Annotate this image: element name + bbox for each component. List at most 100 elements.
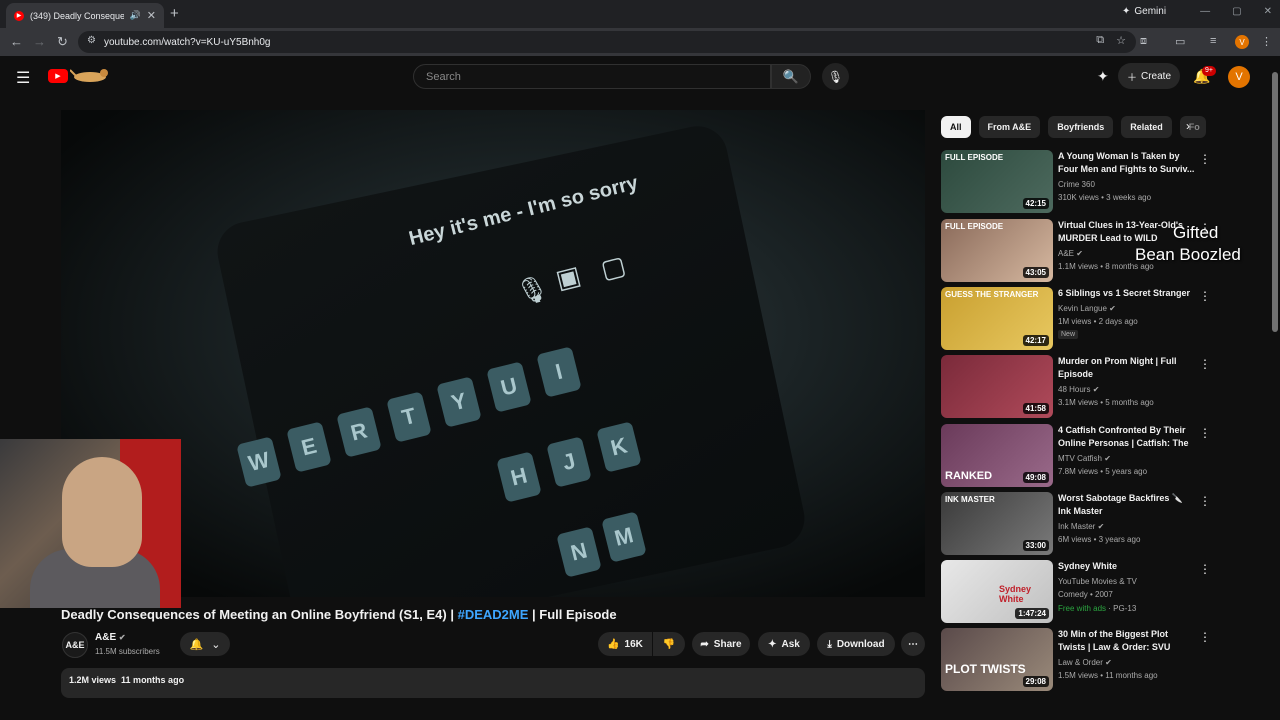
download-button[interactable]: ⤓ Download (817, 632, 895, 656)
chip-all[interactable]: All (941, 116, 971, 138)
browser-toolbar: ← → ↻ ⚙ youtube.com/watch?v=KU-uY5Bnh0g … (0, 28, 1280, 56)
forward-icon[interactable]: → (33, 34, 46, 49)
more-options-icon[interactable]: ⋮ (1199, 494, 1211, 508)
minimize-icon[interactable]: — (1200, 6, 1210, 17)
maximize-icon[interactable]: ▢ (1232, 6, 1241, 17)
recommendation-title[interactable]: Sydney White (1058, 560, 1196, 573)
share-icon: ➦ (700, 638, 709, 650)
share-label: Share (713, 638, 742, 650)
recommendation-item[interactable]: GUESS THE STRANGER 42:17 6 Siblings vs 1… (941, 287, 1271, 351)
channel-name[interactable]: A&E ✔ (95, 632, 126, 643)
media-controls-icon[interactable]: ≡ (1210, 35, 1216, 47)
recommendation-item[interactable]: INK MASTER 33:00 Worst Sabotage Backfire… (941, 492, 1271, 556)
voice-search-button[interactable]: 🎙 (822, 63, 849, 90)
recommendation-item[interactable]: Sydney White 1:47:24 Sydney White YouTub… (941, 560, 1271, 624)
side-panel-icon[interactable]: ▭ (1175, 35, 1185, 48)
create-button[interactable]: ＋ Create (1118, 63, 1180, 89)
chip-more[interactable]: Fo (1179, 116, 1206, 138)
recommendation-channel[interactable]: Ink Master ✔ (1058, 520, 1104, 533)
more-options-icon[interactable]: ⋮ (1199, 357, 1211, 371)
thumbnail[interactable]: GUESS THE STRANGER 42:17 (941, 287, 1053, 350)
recommendation-item[interactable]: 41:58 Murder on Prom Night | Full Episod… (941, 355, 1271, 419)
thumbnail[interactable]: INK MASTER 33:00 (941, 492, 1053, 555)
recommendation-channel[interactable]: 48 Hours ✔ (1058, 383, 1099, 396)
thumbnail[interactable]: RANKED 49:08 (941, 424, 1053, 487)
dislike-button[interactable]: 👎 (653, 632, 685, 656)
menu-icon[interactable]: ☰ (16, 68, 30, 88)
recommendation-channel[interactable]: A&E ✔ (1058, 247, 1083, 260)
back-icon[interactable]: ← (10, 34, 23, 49)
page-scrollbar[interactable] (1271, 62, 1279, 688)
like-button[interactable]: 👍 16K (598, 632, 652, 656)
video-player[interactable]: Hey it's me - I'm so sorry 🎙 ▣ ▢ W E R T… (61, 110, 925, 597)
reload-icon[interactable]: ↻ (57, 34, 68, 50)
hashtag-link[interactable]: #DEAD2ME (458, 607, 529, 622)
search-input[interactable]: Search (413, 64, 771, 89)
recommendation-title[interactable]: Worst Sabotage Backfires 🔪 Ink Master (1058, 492, 1196, 518)
thumbnail[interactable]: 41:58 (941, 355, 1053, 418)
gemini-button[interactable]: ✦ Gemini (1122, 6, 1166, 17)
thumbnail[interactable]: FULL EPISODE 43:05 (941, 219, 1053, 282)
chip-boyfriends[interactable]: Boyfriends (1048, 116, 1114, 138)
thumbnail[interactable]: FULL EPISODE 42:15 (941, 150, 1053, 213)
more-options-icon[interactable]: ⋮ (1199, 426, 1211, 440)
extensions-icon[interactable]: ⧈ (1140, 35, 1147, 48)
recommendation-title[interactable]: Murder on Prom Night | Full Episode (1058, 355, 1196, 381)
scrollbar-thumb[interactable] (1272, 72, 1278, 332)
doodle-logo-icon[interactable] (70, 66, 112, 84)
recommendation-meta: Comedy • 2007 (1058, 590, 1113, 599)
search-icon: 🔍 (782, 68, 800, 84)
video-title: Deadly Consequences of Meeting an Online… (61, 607, 617, 622)
more-options-icon[interactable]: ⋮ (1199, 562, 1211, 576)
account-avatar[interactable]: V (1228, 66, 1250, 88)
channel-text: 48 Hours (1058, 385, 1091, 394)
speaker-icon[interactable]: 🔊 (130, 10, 141, 21)
recommendation-title[interactable]: A Young Woman Is Taken by Four Men and F… (1058, 150, 1196, 176)
search-button[interactable]: 🔍 (771, 64, 811, 89)
browser-profile-avatar[interactable]: V (1235, 35, 1249, 49)
recommendation-title[interactable]: 6 Siblings vs 1 Secret Stranger (1058, 287, 1196, 300)
address-bar[interactable]: ⚙ youtube.com/watch?v=KU-uY5Bnh0g ⧉ ☆ (78, 31, 1136, 53)
verified-icon: ✔ (1104, 454, 1111, 463)
thumbnail-label: INK MASTER (945, 495, 995, 504)
thumbnail[interactable]: Sydney White 1:47:24 (941, 560, 1053, 623)
chip-related[interactable]: Related (1121, 116, 1172, 138)
recommendation-title[interactable]: 4 Catfish Confronted By Their Online Per… (1058, 424, 1196, 451)
recommendation-item[interactable]: RANKED 49:08 4 Catfish Confronted By The… (941, 424, 1271, 488)
url-text: youtube.com/watch?v=KU-uY5Bnh0g (104, 36, 271, 48)
close-tab-icon[interactable]: ✕ (147, 9, 156, 22)
youtube-logo-icon[interactable]: ▶ (48, 69, 68, 83)
chip-from-ae[interactable]: From A&E (978, 116, 1041, 138)
recommendation-item[interactable]: FULL EPISODE 42:15 A Young Woman Is Take… (941, 150, 1271, 214)
cast-icon[interactable]: ✦ (1097, 68, 1109, 85)
rating-label: PG-13 (1113, 604, 1137, 613)
recommendation-channel[interactable]: Kevin Langue ✔ (1058, 302, 1116, 315)
thumbs-up-icon: 👍 (607, 638, 620, 650)
thumbnail[interactable]: PLOT TWISTS 29:08 (941, 628, 1053, 691)
browser-tab[interactable]: ▶ (349) Deadly Consequence 🔊 ✕ (6, 3, 164, 28)
recommendation-channel[interactable]: MTV Catfish ✔ (1058, 452, 1111, 465)
close-window-icon[interactable]: ✕ (1264, 6, 1272, 17)
install-app-icon[interactable]: ⧉ (1096, 34, 1104, 47)
more-actions-button[interactable]: ⋯ (901, 632, 925, 656)
browser-menu-icon[interactable]: ⋮ (1261, 35, 1272, 48)
more-options-icon[interactable]: ⋮ (1199, 630, 1211, 644)
ask-button[interactable]: ✦ Ask (758, 632, 810, 656)
upload-age: 11 months ago (121, 675, 185, 685)
bookmark-star-icon[interactable]: ☆ (1116, 34, 1126, 47)
recommendation-channel[interactable]: Law & Order ✔ (1058, 656, 1112, 669)
more-options-icon[interactable]: ⋮ (1199, 289, 1211, 303)
recommendation-channel[interactable]: YouTube Movies & TV (1058, 575, 1137, 588)
recommendation-title[interactable]: 30 Min of the Biggest Plot Twists | Law … (1058, 628, 1196, 654)
chevron-right-icon[interactable]: › (1186, 119, 1190, 133)
description-box[interactable]: 1.2M views 11 months ago (61, 668, 925, 698)
more-options-icon[interactable]: ⋮ (1199, 152, 1211, 166)
site-info-icon[interactable]: ⚙ (87, 35, 96, 46)
subscribed-notifications-button[interactable]: 🔔 ⌄ (180, 632, 230, 656)
new-badge: New (1058, 330, 1079, 339)
recommendation-channel[interactable]: Crime 360 (1058, 178, 1095, 191)
share-button[interactable]: ➦ Share (692, 632, 750, 656)
new-tab-icon[interactable]: + (170, 5, 179, 22)
channel-avatar[interactable]: A&E (62, 632, 88, 658)
recommendation-item[interactable]: PLOT TWISTS 29:08 30 Min of the Biggest … (941, 628, 1271, 692)
